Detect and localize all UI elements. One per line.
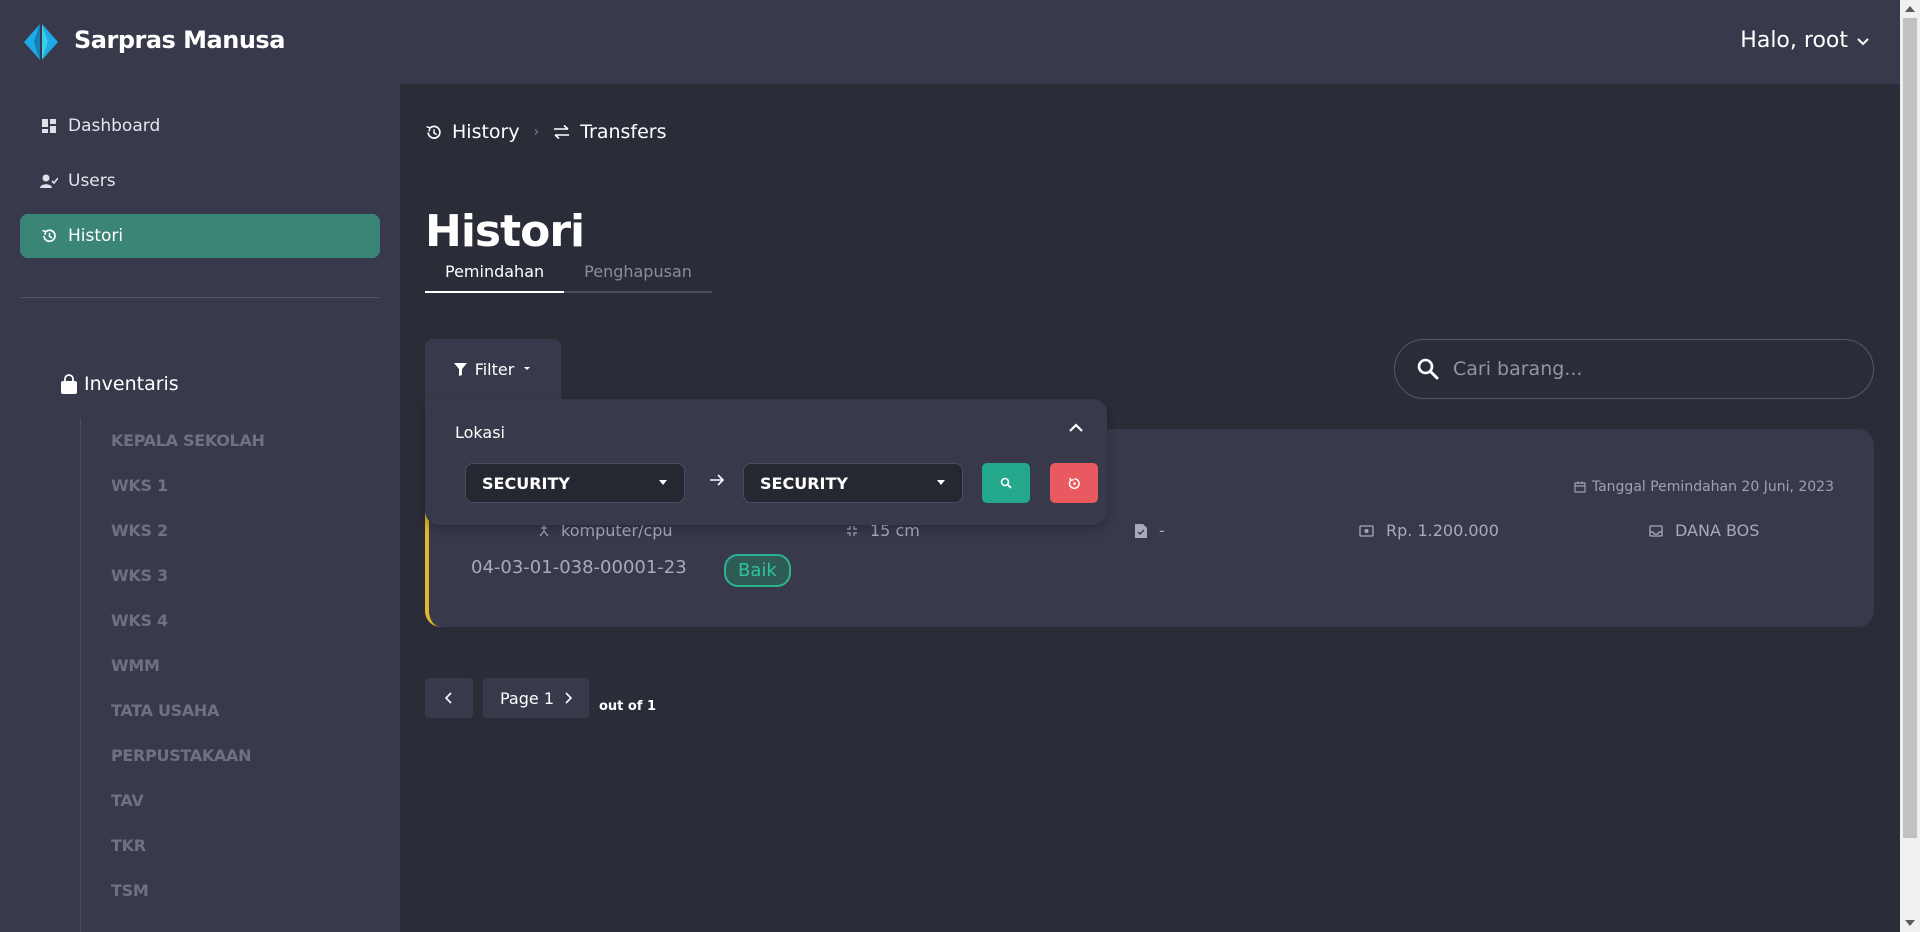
search-input[interactable] [1453, 358, 1833, 380]
card-price: Rp. 1.200.000 [1359, 521, 1499, 540]
inventory-list: KEPALA SEKOLAH WKS 1 WKS 2 WKS 3 WKS 4 W… [80, 418, 380, 932]
sidebar-item-label: Dashboard [68, 116, 161, 136]
chevron-right-icon: › [533, 124, 540, 140]
pagination-prev-button[interactable] [425, 678, 473, 718]
search-box [1394, 339, 1874, 399]
scroll-up-icon[interactable] [1905, 6, 1915, 12]
breadcrumb-history-label: History [452, 121, 520, 143]
location-from-value: SECURITY [482, 473, 570, 493]
sidebar-item-label: Users [68, 171, 116, 191]
transfer-date: Tanggal Pemindahan 20 Juni, 2023 [1591, 479, 1834, 495]
arrow-right-icon [710, 474, 725, 486]
caret-down-icon [937, 480, 945, 485]
note-value: - [1159, 521, 1165, 540]
top-bar: Sarpras Manusa Halo, root [0, 0, 1900, 84]
filter-panel: Lokasi SECURITY SECURITY [425, 399, 1107, 525]
calendar-icon [1574, 481, 1586, 493]
location-from-select[interactable]: SECURITY [465, 463, 685, 503]
filter-label: Filter [474, 359, 515, 379]
tab-pemindahan[interactable]: Pemindahan [425, 262, 565, 293]
breadcrumb-transfers[interactable]: Transfers [553, 121, 667, 143]
tab-penghapusan[interactable]: Penghapusan [564, 262, 712, 291]
inventory-item[interactable]: TATA USAHA [81, 688, 380, 733]
price-value: Rp. 1.200.000 [1386, 521, 1499, 540]
filter-button[interactable]: Filter [425, 339, 561, 399]
breadcrumb-transfers-label: Transfers [580, 121, 667, 143]
page-scrollbar[interactable] [1900, 0, 1920, 932]
inventory-title: Inventaris [84, 373, 179, 395]
sidebar-item-dashboard[interactable]: Dashboard [20, 104, 380, 148]
category-icon [539, 524, 549, 536]
chevron-down-icon [1857, 37, 1869, 45]
main-content: History › Transfers Histori Pemindahan P… [400, 84, 1900, 932]
filter-icon [453, 362, 467, 376]
location-to-select[interactable]: SECURITY [743, 463, 963, 503]
sidebar-item-histori[interactable]: Histori [20, 214, 380, 258]
chevron-left-icon [445, 692, 452, 704]
filter-panel-title: Lokasi [455, 423, 505, 442]
page-title: Histori [425, 206, 585, 257]
card-fund: DANA BOS [1649, 521, 1759, 540]
user-menu[interactable]: Halo, root [1740, 28, 1870, 53]
transfer-icon [554, 125, 570, 139]
money-icon [1359, 524, 1374, 537]
reset-icon [1068, 477, 1080, 489]
inventory-item[interactable]: KEPALA SEKOLAH [81, 418, 380, 463]
shopping-bag-icon [61, 374, 77, 394]
reset-filter-button[interactable] [1050, 463, 1098, 503]
page-label: Page 1 [500, 688, 554, 708]
tabs: Pemindahan Penghapusan [425, 262, 712, 293]
location-to-value: SECURITY [760, 473, 848, 493]
inventory-item[interactable]: TSM [81, 868, 380, 913]
search-icon [1417, 358, 1439, 380]
inventory-item[interactable]: TAV [81, 778, 380, 823]
caret-down-icon [659, 480, 667, 485]
history-icon [40, 227, 58, 245]
pagination-total: out of 1 [599, 699, 657, 714]
inventory-item[interactable]: WKS 2 [81, 508, 380, 553]
chevron-up-icon[interactable] [1067, 419, 1085, 437]
inventory-item[interactable]: WKS 3 [81, 553, 380, 598]
breadcrumb-history[interactable]: History [425, 121, 520, 143]
sidebar-item-users[interactable]: Users [20, 159, 380, 203]
sidebar-item-label: Histori [68, 226, 124, 246]
card-note: - [1135, 521, 1165, 540]
search-icon [1000, 477, 1012, 489]
logo-icon [24, 24, 58, 60]
condition-badge: Baik [724, 554, 791, 587]
size-icon [847, 525, 857, 536]
scroll-thumb[interactable] [1903, 18, 1917, 838]
sidebar-divider [20, 297, 380, 298]
scroll-down-icon[interactable] [1905, 920, 1915, 926]
inbox-icon [1649, 524, 1663, 537]
dashboard-icon [40, 117, 58, 135]
apply-filter-button[interactable] [982, 463, 1030, 503]
fund-value: DANA BOS [1675, 521, 1760, 540]
breadcrumb: History › Transfers [425, 121, 667, 143]
inventory-item[interactable]: WKS 4 [81, 598, 380, 643]
inventory-item[interactable]: WKS 1 [81, 463, 380, 508]
chevron-right-icon [565, 692, 572, 704]
history-icon [426, 125, 441, 139]
inventory-header[interactable]: Inventaris [60, 373, 179, 395]
user-check-icon [40, 172, 58, 190]
item-code: 04-03-01-038-00001-23 [471, 557, 687, 578]
inventory-item[interactable]: WMM [81, 643, 380, 688]
caret-down-icon [524, 367, 531, 370]
card-date: Tanggal Pemindahan 20 Juni, 2023 [1574, 479, 1834, 495]
user-greeting: Halo, root [1740, 28, 1848, 53]
sidebar: Dashboard Users Histori Inventaris KEPAL… [0, 84, 400, 932]
brand-name: Sarpras Manusa [74, 26, 285, 54]
document-check-icon [1135, 523, 1147, 538]
pagination-current[interactable]: Page 1 [483, 678, 589, 718]
inventory-item[interactable]: PERPUSTAKAAN [81, 733, 380, 778]
inventory-item[interactable]: TKR [81, 823, 380, 868]
